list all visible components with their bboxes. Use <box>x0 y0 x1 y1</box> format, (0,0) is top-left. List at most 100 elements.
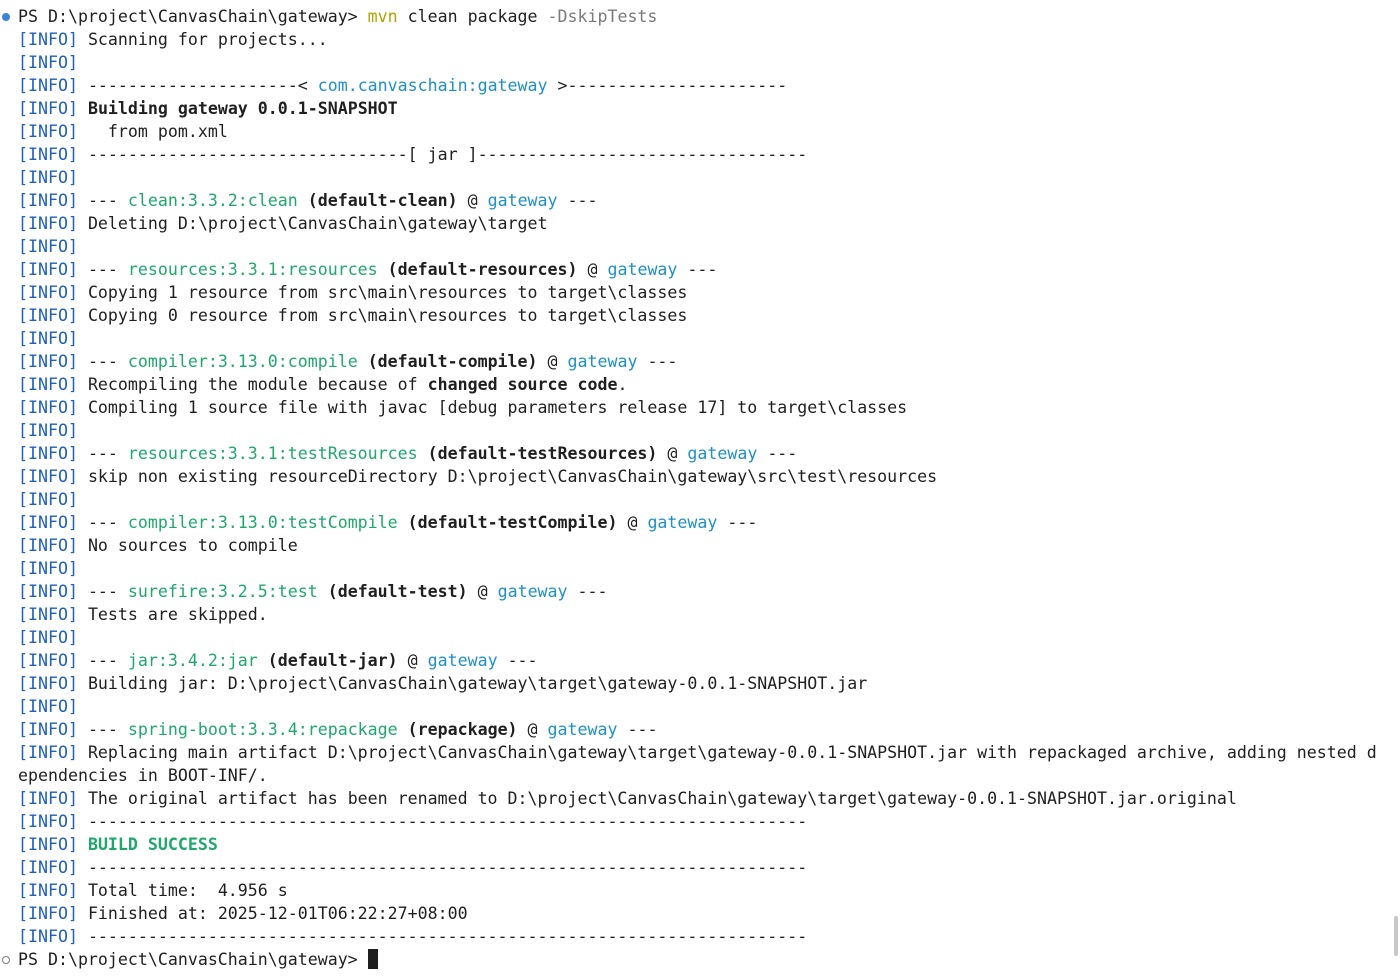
output-line: [INFO] <box>18 327 78 350</box>
bold-text: (default-clean) <box>307 191 458 210</box>
info-tag: [INFO] <box>18 329 78 348</box>
line-text <box>318 582 328 601</box>
line-text: >---------------------- <box>547 76 788 95</box>
info-tag: [INFO] <box>18 789 78 808</box>
output-line: [INFO] --- compiler:3.13.0:compile (defa… <box>18 350 677 373</box>
line-text: ----------------------------------------… <box>77 858 808 877</box>
plugin-goal: clean:3.3.2:clean <box>127 191 298 210</box>
output-line: [INFO] <box>18 166 78 189</box>
plugin-goal: jar:3.4.2:jar <box>127 651 258 670</box>
prompt-line[interactable]: PS D:\project\CanvasChain\gateway> <box>18 948 378 971</box>
info-tag: [INFO] <box>18 122 78 141</box>
output-line: [INFO] --- surefire:3.2.5:test (default-… <box>18 580 608 603</box>
info-tag: [INFO] <box>18 260 78 279</box>
line-text: --- <box>77 651 128 670</box>
bold-text: (repackage) <box>407 720 518 739</box>
line-text: @ <box>537 352 568 371</box>
line-text: --- <box>77 352 128 371</box>
line-text: --- <box>497 651 538 670</box>
line-text: ----------------------------------------… <box>77 812 808 831</box>
line-text: Scanning for projects... <box>77 30 328 49</box>
output-line: [INFO] The original artifact has been re… <box>18 787 1237 810</box>
line-text: Finished at: 2025-12-01T06:22:27+08:00 <box>77 904 468 923</box>
line-text: --- <box>77 582 128 601</box>
line-text: --- <box>717 513 758 532</box>
line-text: PS D:\project\CanvasChain\gateway> <box>18 7 368 26</box>
line-text <box>298 191 308 210</box>
line-text: @ <box>457 191 488 210</box>
project-name: gateway <box>607 260 678 279</box>
output-line: [INFO] skip non existing resourceDirecto… <box>18 465 937 488</box>
output-line: [INFO] <box>18 51 78 74</box>
flag-text: -DskipTests <box>547 7 658 26</box>
output-line: [INFO] --- compiler:3.13.0:testCompile (… <box>18 511 757 534</box>
project-name: com.canvaschain:gateway <box>317 76 548 95</box>
command-text: mvn <box>367 7 398 26</box>
project-name: gateway <box>547 720 618 739</box>
line-text: The original artifact has been renamed t… <box>77 789 1237 808</box>
line-text: @ <box>517 720 548 739</box>
scrollbar-thumb[interactable] <box>1394 916 1398 956</box>
line-text: Total time: 4.956 s <box>77 881 288 900</box>
info-tag: [INFO] <box>18 76 78 95</box>
info-tag: [INFO] <box>18 421 78 440</box>
terminal-window[interactable]: PS D:\project\CanvasChain\gateway> mvn c… <box>0 0 1400 976</box>
line-text <box>258 651 268 670</box>
bold-text: (default-testResources) <box>427 444 658 463</box>
line-text: @ <box>577 260 608 279</box>
line-text: --- <box>77 191 128 210</box>
output-line: [INFO] <box>18 557 78 580</box>
line-text: Deleting D:\project\CanvasChain\gateway\… <box>77 214 548 233</box>
line-text: Compiling 1 source file with javac [debu… <box>77 398 908 417</box>
output-line: [INFO] Compiling 1 source file with java… <box>18 396 907 419</box>
line-text: @ <box>467 582 498 601</box>
info-tag: [INFO] <box>18 858 78 877</box>
text-cursor <box>367 949 378 969</box>
info-tag: [INFO] <box>18 582 78 601</box>
output-line: [INFO] --- clean:3.3.2:clean (default-cl… <box>18 189 598 212</box>
info-tag: [INFO] <box>18 30 78 49</box>
project-name: gateway <box>487 191 558 210</box>
output-line: [INFO] <box>18 695 78 718</box>
line-text <box>78 835 88 854</box>
info-tag: [INFO] <box>18 536 78 555</box>
output-line: [INFO] Finished at: 2025-12-01T06:22:27+… <box>18 902 468 925</box>
line-text <box>398 720 408 739</box>
line-text: --- <box>557 191 598 210</box>
output-line: [INFO] No sources to compile <box>18 534 298 557</box>
line-text: Tests are skipped. <box>77 605 268 624</box>
bold-text: (default-compile) <box>367 352 538 371</box>
prompt-marker-filled-icon <box>2 13 10 21</box>
output-line: [INFO] --- jar:3.4.2:jar (default-jar) @… <box>18 649 538 672</box>
info-tag: [INFO] <box>18 99 78 118</box>
line-text: No sources to compile <box>77 536 298 555</box>
info-tag: [INFO] <box>18 559 78 578</box>
command-line: PS D:\project\CanvasChain\gateway> mvn c… <box>18 5 657 28</box>
output-line: [INFO] Replacing main artifact D:\projec… <box>18 741 1377 764</box>
plugin-goal: resources:3.3.1:testResources <box>127 444 418 463</box>
output-line: [INFO] Building gateway 0.0.1-SNAPSHOT <box>18 97 398 120</box>
line-text: --- <box>77 720 128 739</box>
info-tag: [INFO] <box>18 490 78 509</box>
info-tag: [INFO] <box>18 237 78 256</box>
line-text: --- <box>617 720 658 739</box>
info-tag: [INFO] <box>18 697 78 716</box>
line-text: Building jar: D:\project\CanvasChain\gat… <box>77 674 868 693</box>
build-status: BUILD SUCCESS <box>87 835 218 854</box>
output-line: [INFO] Copying 1 resource from src\main\… <box>18 281 687 304</box>
info-tag: [INFO] <box>18 927 78 946</box>
line-text: --------------------------------[ jar ]-… <box>77 145 808 164</box>
output-line: [INFO] --------------------------------[… <box>18 143 807 166</box>
output-line: [INFO] Copying 0 resource from src\main\… <box>18 304 687 327</box>
info-tag: [INFO] <box>18 881 78 900</box>
line-text <box>358 352 368 371</box>
bold-text: (default-test) <box>327 582 468 601</box>
output-line: [INFO] <box>18 488 78 511</box>
line-text <box>418 444 428 463</box>
info-tag: [INFO] <box>18 835 78 854</box>
output-line: [INFO] ---------------------< com.canvas… <box>18 74 787 97</box>
line-text: --- <box>637 352 678 371</box>
info-tag: [INFO] <box>18 628 78 647</box>
output-line: [INFO] Scanning for projects... <box>18 28 328 51</box>
project-name: gateway <box>647 513 718 532</box>
